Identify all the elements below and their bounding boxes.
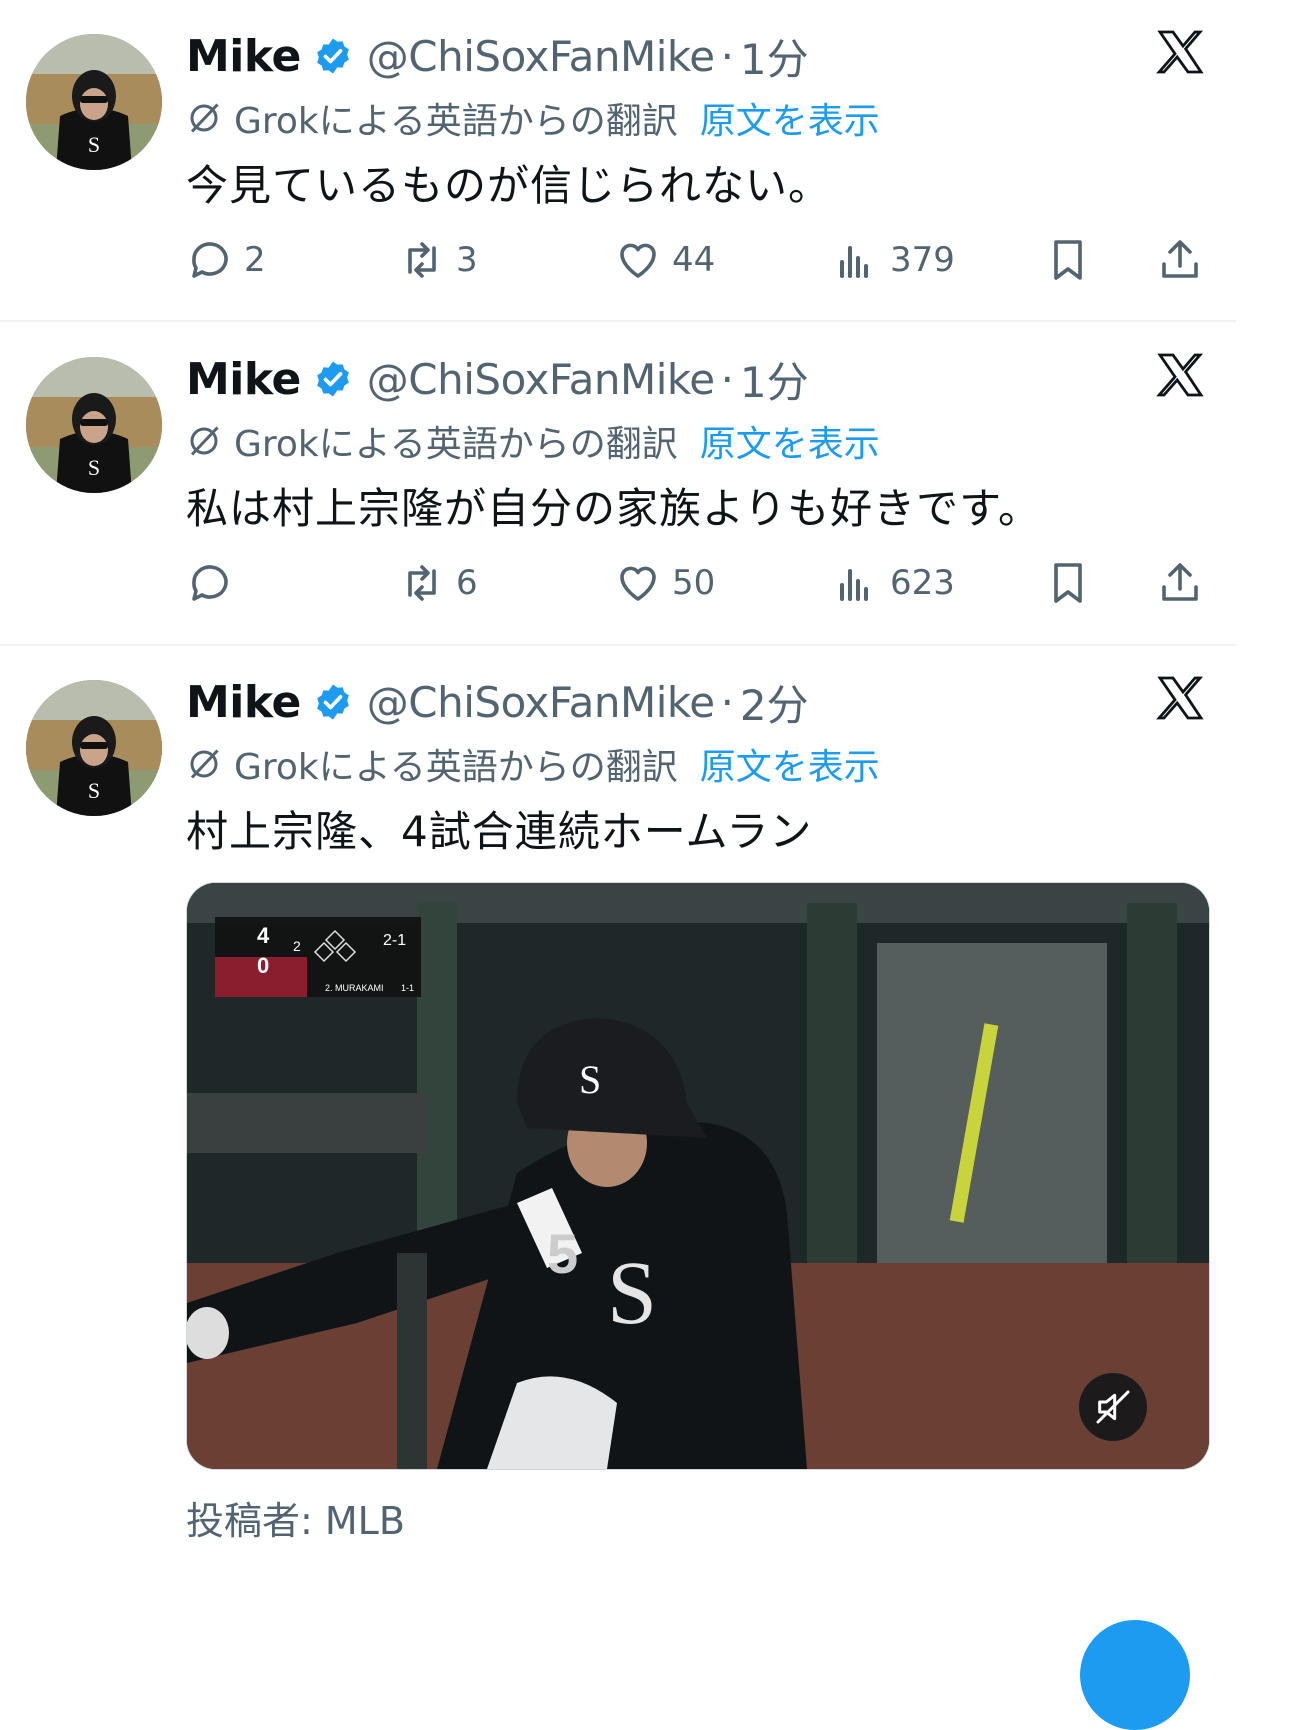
reply-count: 2 [244, 240, 266, 280]
bookmark-button[interactable] [1044, 555, 1092, 611]
verified-badge-icon [316, 361, 349, 397]
views-count: 379 [890, 240, 955, 280]
repost-count: 3 [456, 240, 478, 280]
timestamp[interactable]: 2分 [740, 672, 809, 733]
svg-text:S: S [607, 1244, 657, 1343]
x-logo-icon[interactable] [1156, 351, 1204, 399]
divider [0, 320, 1236, 322]
bookmark-icon [1054, 563, 1082, 603]
show-original-link[interactable]: 原文を表示 [700, 415, 880, 467]
batter-stat: 1-1 [401, 983, 414, 993]
x-logo-icon[interactable] [1156, 674, 1204, 722]
share-button[interactable] [1156, 232, 1204, 288]
mute-icon [1096, 1390, 1130, 1424]
tweet-2[interactable]: S Mike @ChiSoxFanMike · 1分 Grokによる英語からの翻… [0, 323, 1290, 646]
svg-text:S: S [88, 778, 100, 803]
avatar[interactable]: S [26, 34, 162, 170]
reply-icon [192, 565, 228, 601]
views-icon [840, 246, 868, 278]
show-original-link[interactable]: 原文を表示 [700, 92, 880, 144]
bookmark-icon [1054, 240, 1082, 280]
video-player[interactable]: S 5 S 4 0 2 2-1 2. MURAKAMI 1-1 [186, 882, 1210, 1470]
timestamp[interactable]: 1分 [740, 26, 809, 87]
tweet-header: Mike @ChiSoxFanMike · 2分 [186, 672, 809, 732]
like-icon [620, 566, 656, 601]
like-button[interactable]: 44 [614, 232, 715, 288]
translation-label: Grokによる英語からの翻訳 [234, 101, 678, 142]
repost-icon [408, 242, 436, 278]
views-count: 623 [890, 563, 955, 603]
author-handle[interactable]: @ChiSoxFanMike [367, 355, 715, 404]
video-frame: S 5 S 4 0 2 2-1 2. MURAKAMI 1-1 [187, 883, 1209, 1469]
mute-button[interactable] [1079, 1373, 1147, 1441]
translation-row: Grokによる英語からの翻訳 原文を表示 [186, 92, 880, 144]
action-bar: 2 3 44 379 [186, 232, 1216, 288]
avatar[interactable]: S [26, 357, 162, 493]
bookmark-button[interactable] [1044, 232, 1092, 288]
grok-icon [190, 426, 219, 456]
reply-icon [192, 242, 228, 278]
x-logo-icon[interactable] [1156, 28, 1204, 76]
tweet-header: Mike @ChiSoxFanMike · 1分 [186, 349, 809, 409]
verified-badge-icon [316, 38, 349, 74]
translation-label: Grokによる英語からの翻訳 [234, 747, 678, 788]
separator: · [720, 31, 734, 81]
compose-button[interactable] [1080, 1620, 1190, 1730]
author-name[interactable]: Mike [186, 31, 301, 82]
like-button[interactable]: 50 [614, 555, 715, 611]
author-handle[interactable]: @ChiSoxFanMike [367, 678, 715, 727]
home-score: 0 [257, 953, 269, 978]
show-original-link[interactable]: 原文を表示 [700, 738, 880, 790]
views-button[interactable]: 379 [832, 232, 955, 288]
tweet-text: 今見ているものが信じられない。 [186, 161, 832, 210]
translation-row: Grokによる英語からの翻訳 原文を表示 [186, 415, 880, 467]
media-attribution: 投稿者: MLB [186, 1499, 405, 1543]
batter: 2. MURAKAMI [325, 983, 384, 993]
repost-count: 6 [456, 563, 478, 603]
translation-row: Grokによる英語からの翻訳 原文を表示 [186, 738, 880, 790]
repost-button[interactable]: 6 [398, 555, 478, 611]
tweet-1[interactable]: S Mike @ChiSoxFanMike · 1分 Grokによる英語からの翻… [0, 0, 1290, 322]
like-icon [620, 243, 656, 278]
author-name[interactable]: Mike [186, 354, 301, 405]
repost-button[interactable]: 3 [398, 232, 478, 288]
svg-text:S: S [88, 132, 100, 157]
inning: 2 [293, 938, 301, 954]
svg-text:S: S [579, 1057, 601, 1102]
share-icon [1162, 240, 1198, 278]
share-icon [1162, 563, 1198, 601]
share-button[interactable] [1156, 555, 1204, 611]
views-icon [840, 569, 868, 601]
tweet-text: 私は村上宗隆が自分の家族よりも好きです。 [186, 484, 1041, 533]
verified-badge-icon [316, 684, 349, 720]
count: 2-1 [383, 932, 406, 949]
grok-icon [190, 103, 219, 133]
reply-button[interactable] [186, 555, 244, 611]
like-count: 44 [672, 240, 716, 280]
translation-label: Grokによる英語からの翻訳 [234, 424, 678, 465]
timestamp[interactable]: 1分 [740, 349, 809, 410]
avatar[interactable]: S [26, 680, 162, 816]
tweet-3[interactable]: S Mike @ChiSoxFanMike · 2分 Grokによる英語からの翻… [0, 646, 1290, 1638]
like-count: 50 [672, 563, 716, 603]
author-handle[interactable]: @ChiSoxFanMike [367, 32, 715, 81]
action-bar: 6 50 623 [186, 555, 1216, 611]
grok-icon [190, 749, 219, 779]
separator: · [720, 354, 734, 404]
away-score: 4 [257, 923, 270, 948]
repost-icon [408, 565, 436, 601]
separator: · [720, 677, 734, 727]
tweet-header: Mike @ChiSoxFanMike · 1分 [186, 26, 809, 86]
views-button[interactable]: 623 [832, 555, 955, 611]
reply-button[interactable]: 2 [186, 232, 266, 288]
tweet-text: 村上宗隆、4試合連続ホームラン [186, 807, 813, 856]
author-name[interactable]: Mike [186, 677, 301, 728]
jersey-number: 5 [547, 1222, 578, 1285]
svg-text:S: S [88, 455, 100, 480]
